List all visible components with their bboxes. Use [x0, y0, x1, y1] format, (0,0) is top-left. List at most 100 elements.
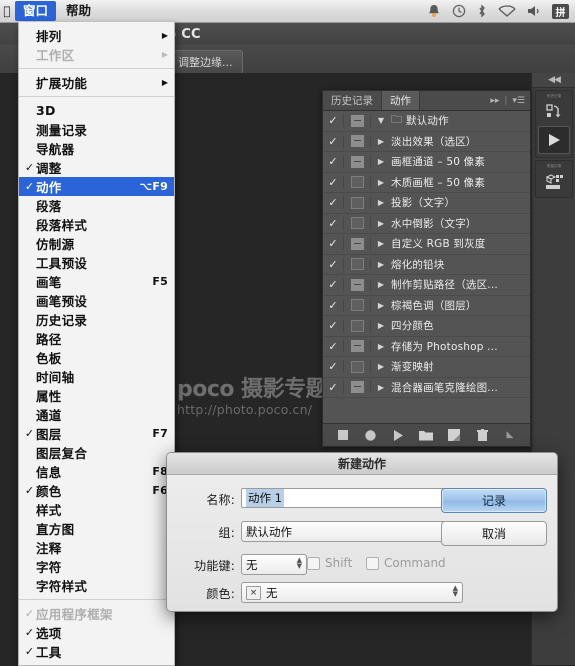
menu-item-颜色[interactable]: ✓ 颜色 F6: [19, 481, 174, 500]
refine-edge-button[interactable]: 调整边缘...: [168, 50, 243, 74]
shift-checkbox[interactable]: [307, 556, 320, 570]
action-enabled-checkmark-icon[interactable]: ✓: [323, 196, 344, 210]
menu-item-时间轴[interactable]: 时间轴: [19, 367, 174, 386]
menu-item-字符样式[interactable]: 字符样式: [19, 576, 174, 595]
tab-actions[interactable]: 动作: [382, 91, 420, 110]
menu-item-导航器[interactable]: 导航器: [19, 139, 174, 158]
action-enabled-checkmark-icon[interactable]: ✓: [323, 134, 344, 148]
panel-menu-icon[interactable]: ▾☰: [512, 96, 525, 106]
menu-item-画笔预设[interactable]: 画笔预设: [19, 291, 174, 310]
chevron-right-icon[interactable]: ▶: [371, 239, 391, 248]
action-dialog-toggle[interactable]: [344, 319, 371, 332]
command-checkbox[interactable]: [366, 556, 379, 570]
menu-item-测量记录[interactable]: 测量记录: [19, 120, 174, 139]
action-enabled-checkmark-icon[interactable]: ✓: [323, 114, 344, 128]
menu-item-历史记录[interactable]: 历史记录: [19, 310, 174, 329]
action-dialog-toggle[interactable]: [344, 299, 371, 312]
action-dialog-toggle[interactable]: [344, 278, 371, 291]
action-dialog-toggle[interactable]: [344, 176, 371, 189]
menu-item-路径[interactable]: 路径: [19, 329, 174, 348]
menu-item-3D[interactable]: 3D: [19, 101, 174, 120]
action-row[interactable]: ✓ ▶ 制作剪贴路径（选区...: [323, 275, 530, 296]
wifi-icon[interactable]: [498, 4, 516, 18]
chevron-right-icon[interactable]: ▶: [371, 157, 391, 166]
menu-item-样式[interactable]: 样式: [19, 500, 174, 519]
chevron-right-icon[interactable]: ▶: [371, 362, 391, 371]
chevron-right-icon[interactable]: ▶: [371, 342, 391, 351]
panel-resize-grip[interactable]: ◣: [500, 430, 520, 440]
action-dialog-toggle[interactable]: [344, 196, 371, 209]
play-icon[interactable]: [389, 429, 409, 441]
action-enabled-checkmark-icon[interactable]: ✓: [323, 319, 344, 333]
chevron-right-icon[interactable]: ▶: [371, 280, 391, 289]
set-select[interactable]: 默认动作 ▲▼: [241, 521, 463, 542]
menu-help[interactable]: 帮助: [58, 1, 99, 21]
chevron-right-icon[interactable]: ▶: [371, 137, 391, 146]
action-dialog-toggle[interactable]: [344, 114, 371, 127]
actions-list[interactable]: ✓ ▼ 🗀 默认动作 ✓ ▶ 淡出效果（选区） ✓ ▶ 画框通道 – 50 像素 ✓ ▶ 木质画框 – …: [323, 111, 530, 423]
action-dialog-toggle[interactable]: [344, 135, 371, 148]
bell-icon[interactable]: [427, 4, 441, 18]
action-enabled-checkmark-icon[interactable]: ✓: [323, 155, 344, 169]
apple-icon[interactable]: : [0, 4, 14, 18]
menu-item-选项[interactable]: ✓ 选项: [19, 623, 174, 642]
action-enabled-checkmark-icon[interactable]: ✓: [323, 278, 344, 292]
window-dropdown-menu[interactable]: 排列 ▶ 工作区 ▶ 扩展功能 ▶ 3D 测量记录 导航器 ✓ 调整 ✓ 动作 ⌥F9 段落 段落样式 仿制源工…: [18, 22, 175, 666]
cancel-button[interactable]: 取消: [441, 521, 547, 546]
action-dialog-toggle[interactable]: [344, 340, 371, 353]
action-row[interactable]: ✓ ▶ 水中倒影（文字）: [323, 214, 530, 234]
new-action-icon[interactable]: [444, 429, 464, 441]
input-method-indicator[interactable]: 拼: [552, 3, 569, 19]
action-row[interactable]: ✓ ▶ 熔化的铅块: [323, 255, 530, 275]
chevron-down-icon[interactable]: ▼: [371, 116, 391, 125]
chevron-right-icon[interactable]: ▶: [371, 301, 391, 310]
action-enabled-checkmark-icon[interactable]: ✓: [323, 257, 344, 271]
menu-item-工具预设[interactable]: 工具预设: [19, 253, 174, 272]
bluetooth-icon[interactable]: [477, 4, 487, 18]
menu-item-直方图[interactable]: 直方图: [19, 519, 174, 538]
tab-history[interactable]: 历史记录: [323, 91, 382, 110]
action-row[interactable]: ✓ ▶ 木质画框 – 50 像素: [323, 173, 530, 193]
menu-item-画笔[interactable]: 画笔 F5: [19, 272, 174, 291]
function-key-select[interactable]: 无 ▲ ▼: [241, 554, 307, 575]
chevron-right-icon[interactable]: ▶: [371, 198, 391, 207]
action-name-input[interactable]: 动作 1: [241, 488, 463, 508]
action-dialog-toggle[interactable]: [344, 217, 371, 230]
action-row[interactable]: ✓ ▶ 画框通道 – 50 像素: [323, 152, 530, 173]
menu-item-排列[interactable]: 排列 ▶: [19, 26, 174, 45]
action-row[interactable]: ✓ ▶ 投影（文字）: [323, 193, 530, 214]
chevron-right-icon[interactable]: ▶: [371, 383, 391, 392]
action-enabled-checkmark-icon[interactable]: ✓: [323, 175, 344, 189]
action-row[interactable]: ✓ ▶ 存储为 Photoshop ...: [323, 337, 530, 357]
action-row[interactable]: ✓ ▼ 🗀 默认动作: [323, 111, 530, 132]
menu-item-调整[interactable]: ✓ 调整: [19, 158, 174, 177]
volume-icon[interactable]: [527, 4, 541, 18]
chevron-right-icon[interactable]: ▶: [371, 178, 391, 187]
chevron-right-icon[interactable]: ▶: [371, 219, 391, 228]
stepper-icon[interactable]: ▲▼: [297, 557, 302, 570]
action-dialog-toggle[interactable]: [344, 381, 371, 394]
action-row[interactable]: ✓ ▶ 自定义 RGB 到灰度: [323, 234, 530, 255]
menu-item-扩展功能[interactable]: 扩展功能 ▶: [19, 73, 174, 92]
menu-item-属性[interactable]: 属性: [19, 386, 174, 405]
record-icon[interactable]: [361, 429, 381, 441]
action-enabled-checkmark-icon[interactable]: ✓: [323, 237, 344, 251]
menu-item-动作[interactable]: ✓ 动作 ⌥F9: [19, 177, 174, 196]
menu-item-图层复合[interactable]: 图层复合: [19, 443, 174, 462]
chevron-right-icon[interactable]: ▶: [371, 321, 391, 330]
action-dialog-toggle[interactable]: [344, 155, 371, 168]
history-icon[interactable]: [536, 99, 572, 125]
record-button[interactable]: 记录: [441, 488, 547, 513]
action-enabled-checkmark-icon[interactable]: ✓: [323, 360, 344, 374]
menu-item-信息[interactable]: 信息 F8: [19, 462, 174, 481]
time-machine-icon[interactable]: [452, 4, 466, 18]
chevron-right-icon[interactable]: ▶: [371, 260, 391, 269]
menu-item-段落样式[interactable]: 段落样式: [19, 215, 174, 234]
stop-icon[interactable]: [333, 430, 353, 440]
action-dialog-toggle[interactable]: [344, 237, 371, 250]
action-dialog-toggle[interactable]: [344, 258, 371, 271]
action-enabled-checkmark-icon[interactable]: ✓: [323, 339, 344, 353]
menu-item-图层[interactable]: ✓ 图层 F7: [19, 424, 174, 443]
stepper-icon[interactable]: ▲▼: [453, 585, 458, 598]
menu-item-仿制源[interactable]: 仿制源: [19, 234, 174, 253]
